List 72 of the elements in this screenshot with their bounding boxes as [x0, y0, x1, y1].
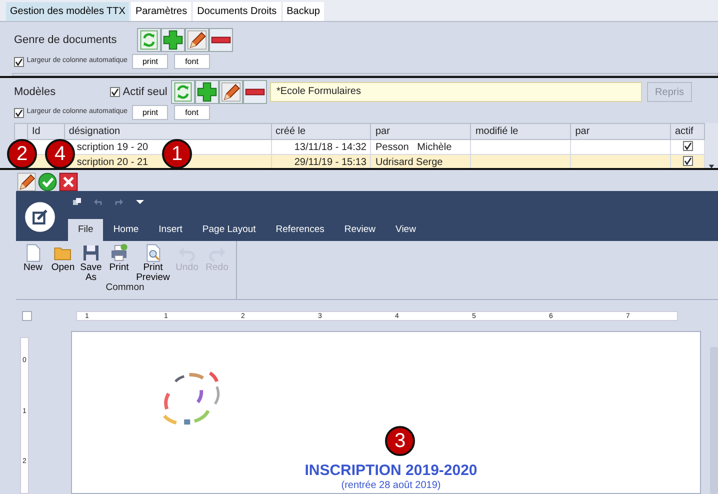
checkbox[interactable]	[14, 56, 24, 66]
redo-icon	[114, 197, 124, 207]
group-label: Common	[106, 283, 144, 293]
app-logo-icon	[24, 201, 56, 233]
column-header[interactable]: créé le	[271, 124, 371, 140]
tab[interactable]: Documents Droits	[193, 2, 281, 21]
ribbon-tab[interactable]: Page Layout	[192, 219, 266, 241]
filter-field[interactable]: *Ecole Formulaires	[270, 82, 642, 102]
command-button[interactable]: Save As	[78, 243, 104, 283]
printer-icon	[109, 243, 129, 263]
tab[interactable]: Paramètres	[131, 2, 192, 21]
checkbox[interactable]	[14, 108, 24, 118]
column-header[interactable]: modifié le	[470, 124, 571, 140]
scroll-down-icon	[708, 163, 715, 170]
table-cell: 29/11/19 - 15:13	[294, 156, 366, 168]
pencil-icon	[16, 170, 37, 192]
document-title: INSCRIPTION 2019-2020	[304, 462, 478, 480]
refresh-button[interactable]	[170, 80, 195, 104]
undo-icon	[93, 197, 103, 207]
ribbon-tab[interactable]: Insert	[148, 219, 192, 241]
plus-button[interactable]	[194, 80, 219, 104]
table-cell: scription 19 - 20	[76, 142, 148, 152]
document-subtitle: (rentrée 28 août 2019)	[341, 480, 441, 491]
table-cell: 13/11/18 - 14:32	[294, 142, 366, 152]
checkmark-button[interactable]	[37, 171, 58, 192]
dropdown-icon	[135, 197, 145, 207]
table-cell: scription 20 - 21	[76, 156, 148, 168]
table-cell: Pesson Michèle	[375, 142, 452, 152]
checkbox-label: Actif seul	[122, 84, 168, 100]
refresh-icon	[172, 81, 194, 103]
column-header[interactable]: Id	[27, 124, 64, 140]
checkbox[interactable]	[682, 156, 692, 166]
refresh-button[interactable]	[137, 28, 161, 52]
pencil-icon	[220, 81, 242, 103]
plus-icon	[196, 81, 218, 103]
minus-button[interactable]	[242, 80, 267, 104]
table-cell: Udrisard Serge	[375, 156, 443, 168]
checkmark-icon	[37, 170, 58, 192]
pencil-button[interactable]	[185, 28, 209, 52]
minus-button[interactable]	[209, 28, 233, 52]
command-button[interactable]: Open	[48, 243, 78, 283]
ribbon-tab[interactable]: References	[266, 219, 334, 241]
plus-icon	[162, 29, 184, 51]
pencil-button[interactable]	[16, 171, 37, 192]
close-icon	[58, 170, 79, 192]
text-button[interactable]: print	[132, 54, 168, 69]
close-button[interactable]	[58, 171, 79, 192]
pencil-button[interactable]	[218, 80, 243, 104]
refresh-icon	[138, 29, 160, 51]
column-header[interactable]: désignation	[64, 124, 272, 140]
checkbox[interactable]	[682, 140, 692, 150]
pencil-icon	[186, 29, 208, 51]
ribbon-tab[interactable]: View	[386, 219, 426, 241]
text-button[interactable]: print	[132, 105, 168, 120]
ribbon-tab[interactable]: File	[68, 219, 104, 241]
section-label: Modèles	[14, 84, 57, 100]
column-header[interactable]: par	[570, 124, 670, 140]
column-header[interactable]: actif	[670, 124, 705, 140]
ribbon-tab[interactable]: Review	[334, 219, 386, 241]
ribbon-tab[interactable]: Home	[103, 219, 149, 241]
copy-icon	[72, 197, 82, 207]
command-button[interactable]: Print	[104, 243, 134, 283]
command-button[interactable]: New	[18, 243, 48, 283]
tab[interactable]: Backup	[282, 2, 324, 21]
tab[interactable]: Gestion des modèles TTX	[6, 2, 130, 21]
checkbox[interactable]	[110, 87, 120, 97]
text-button[interactable]: font	[174, 54, 210, 69]
section-label: Genre de documents	[14, 32, 118, 48]
command-button[interactable]: Print Preview	[134, 243, 172, 283]
plus-button[interactable]	[161, 28, 185, 52]
text-button[interactable]: font	[174, 105, 210, 120]
column-header[interactable]: par	[370, 124, 471, 140]
